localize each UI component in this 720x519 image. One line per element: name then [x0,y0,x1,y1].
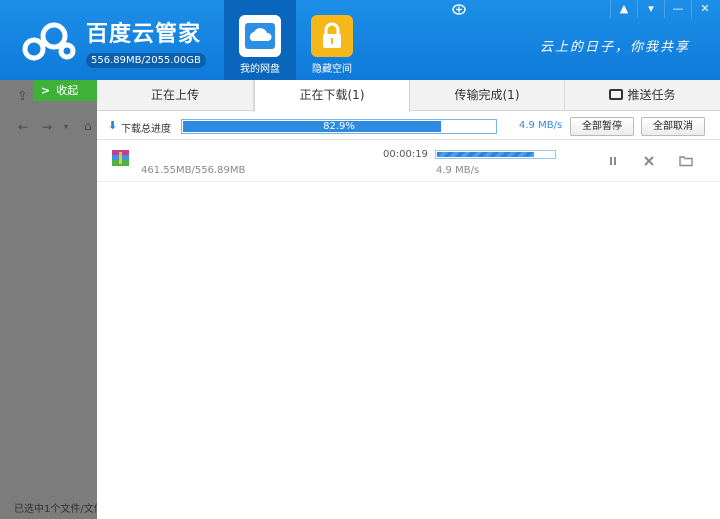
dimmed-main-area: ⇪ ← → ▾ ⌂ [0,80,97,519]
cancel-icon[interactable] [641,153,657,169]
back-arrow-icon: ← [18,120,29,134]
nav-label: 我的网盘 [240,64,280,75]
app-title: 百度云管家 [86,22,202,47]
upload-icon: ⇪ [17,89,28,104]
title-bar: 百度云管家 556.89MB/2055.00GB 我的网盘 隐藏空间 云上的日子… [0,0,720,80]
tab-label: 传输完成(1) [454,88,520,102]
slogan: 云上的日子，你我共享 [540,40,691,55]
time-remaining: 00:00:19 [383,149,428,160]
cloud-drive-icon [239,15,281,57]
transfer-tabs: 正在上传 正在下载(1) 传输完成(1) 推送任务 [97,80,720,112]
nav-label: 隐藏空间 [312,64,352,75]
close-icon[interactable]: ✕ [691,0,718,18]
history-dropdown-icon: ▾ [64,122,69,131]
file-progress-bar [435,150,556,159]
tab-uploading[interactable]: 正在上传 [97,80,254,111]
tab-label: 推送任务 [627,88,676,102]
lock-icon [311,15,353,57]
collapse-button[interactable]: > 收起 [33,80,97,101]
pause-all-button[interactable]: 全部暂停 [570,117,634,136]
chevron-right-icon: > [41,84,51,97]
nav-hidden-space[interactable]: 隐藏空间 [296,0,368,80]
window-controls: ▲ ▾ — ✕ [610,0,718,18]
skin-icon[interactable] [452,4,466,15]
tab-downloading[interactable]: 正在下载(1) [254,80,410,112]
storage-quota: 556.89MB/2055.00GB [86,53,206,68]
summary-label: 下载总进度 [121,124,171,135]
tab-label: 正在上传 [150,88,199,102]
file-speed: 4.9 MB/s [436,165,480,176]
push-screen-icon [609,89,624,100]
total-progress-bar: 82.9% [181,119,497,134]
download-row[interactable]: 461.55MB/556.89MB 00:00:19 4.9 MB/s [97,142,720,182]
nav-my-drive[interactable]: 我的网盘 [224,0,296,80]
tab-label: 正在下载(1) [299,88,365,102]
collapse-label: 收起 [56,84,79,97]
folder-icon[interactable] [678,153,694,169]
menu-icon[interactable]: ▾ [637,0,664,18]
baidu-cloud-logo-icon [22,22,76,61]
transfer-panel: 正在上传 正在下载(1) 传输完成(1) 推送任务 ⬇ 下载总进度 82.9% … [97,80,720,519]
notify-icon[interactable]: ▲ [610,0,637,18]
download-arrow-icon: ⬇ [108,119,118,132]
file-progress-fill [437,152,534,157]
tab-completed[interactable]: 传输完成(1) [410,80,565,111]
total-speed: 4.9 MB/s [519,120,563,131]
home-icon: ⌂ [84,119,92,133]
archive-file-icon [112,150,129,166]
cancel-all-button[interactable]: 全部取消 [641,117,705,136]
file-size: 461.55MB/556.89MB [141,165,246,176]
download-summary: ⬇ 下载总进度 82.9% 4.9 MB/s 全部暂停 全部取消 [97,112,720,140]
forward-arrow-icon: → [42,120,53,134]
minimize-icon[interactable]: — [664,0,691,18]
tab-push-tasks[interactable]: 推送任务 [565,80,720,111]
total-progress-percent: 82.9% [323,121,355,132]
pause-icon[interactable] [605,153,621,169]
selection-status: 已选中1个文件/文件夹 [14,504,97,515]
